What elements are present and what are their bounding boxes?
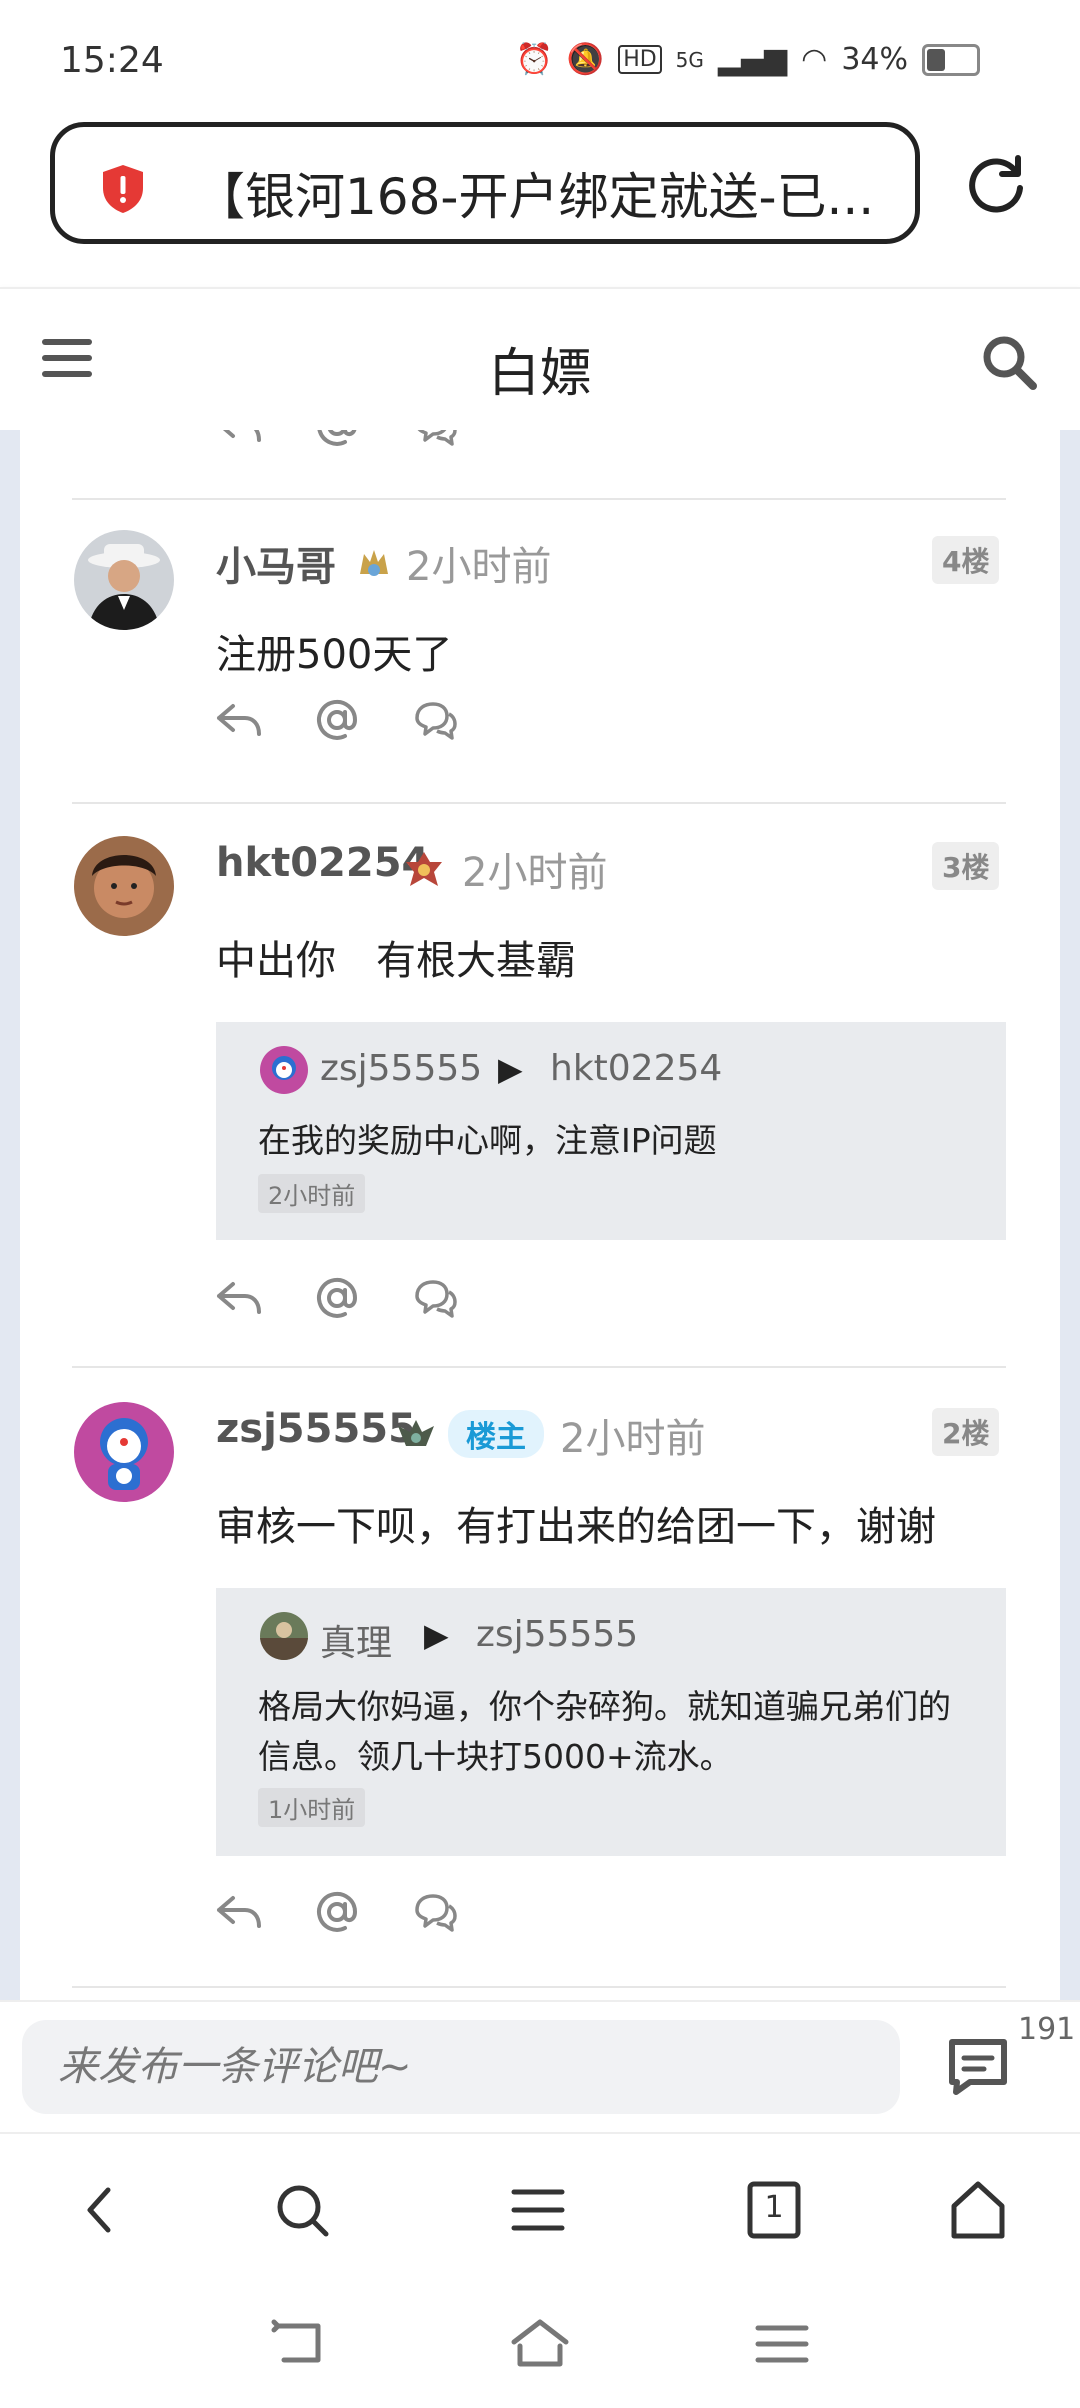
avatar[interactable] [74, 530, 174, 630]
quote-text: 在我的奖励中心啊，注意IP问题 [258, 1121, 717, 1160]
search-icon[interactable] [270, 2178, 334, 2242]
network-label: 5G [675, 47, 704, 72]
hd-icon: HD [618, 45, 662, 74]
reply-arrow-icon: ▶ [498, 1050, 523, 1088]
username[interactable]: 小马哥 [216, 534, 336, 592]
floor-badge: 2楼 [932, 1408, 1000, 1456]
tab-count: 1 [764, 2190, 784, 2225]
quote-time: 1小时前 [258, 1788, 366, 1827]
wifi-icon: ◠ [801, 42, 828, 77]
reply-icon[interactable] [215, 1890, 263, 1934]
comment-item: 小马哥 2小时前 4楼 注册500天了 [20, 530, 1060, 830]
status-time: 15:24 [60, 40, 164, 81]
level-badge-icon [406, 852, 442, 886]
mention-icon[interactable] [313, 1890, 361, 1934]
quote-username[interactable]: 真理 [320, 1614, 392, 1666]
address-bar[interactable]: 【银河168-开户绑定就送-已... [50, 122, 920, 244]
quote-avatar [260, 1046, 308, 1094]
system-nav-bar [0, 2282, 1080, 2408]
comment-item: zsj55555 楼主 2小时前 2楼 审核一下呗，有打出来的给团一下，谢谢 真… [20, 1402, 1060, 1982]
comment-time: 2小时前 [462, 850, 608, 896]
quote-text: 格局大你妈逼，你个杂碎狗。就知道骗兄弟们的信息。领几十块打5000+流水。 [258, 1687, 951, 1776]
comment-text: 审核一下呗，有打出来的给团一下，谢谢 [216, 1504, 936, 1550]
level-badge-icon [360, 550, 388, 576]
comment-icon[interactable] [411, 430, 459, 448]
comment-actions [215, 698, 459, 742]
back-icon[interactable] [68, 2178, 132, 2242]
quote-target-username[interactable]: hkt02254 [550, 1048, 722, 1089]
comment-item: hkt02254 2小时前 3楼 中出你 有根大基霸 zsj55555 ▶ hk… [20, 836, 1060, 1366]
reply-icon[interactable] [215, 1276, 263, 1320]
comment-count: 191 [1018, 2012, 1076, 2047]
username[interactable]: zsj55555 [216, 1406, 416, 1452]
quote-target-username[interactable]: zsj55555 [476, 1614, 638, 1655]
search-icon[interactable] [980, 333, 1038, 391]
mute-icon: 🔕 [566, 42, 605, 77]
alarm-icon: ⏰ [515, 42, 553, 77]
comment-icon[interactable] [411, 1890, 459, 1934]
comment-composer: 191 [0, 2000, 1080, 2132]
owner-badge: 楼主 [448, 1410, 544, 1458]
comment-actions [215, 430, 459, 448]
system-back-icon[interactable] [270, 2316, 330, 2372]
reply-icon[interactable] [215, 698, 263, 742]
comment-actions [215, 1890, 459, 1934]
floor-badge: 4楼 [932, 536, 1000, 584]
avatar[interactable] [74, 836, 174, 936]
page-title-url: 【银河168-开户绑定就送-已... [195, 168, 875, 226]
status-icons: ⏰ 🔕 HD 5G ▂▄▆ ◠ 34% [515, 42, 980, 77]
security-warning-icon [103, 165, 143, 213]
comment-icon[interactable] [411, 1276, 459, 1320]
battery-percent: 34% [841, 42, 908, 77]
system-recents-icon[interactable] [752, 2316, 812, 2372]
comment-list: 小马哥 2小时前 4楼 注册500天了 hkt02254 2小时前 3楼 中出你… [20, 430, 1060, 2000]
reply-icon[interactable] [215, 430, 263, 448]
comment-input[interactable] [22, 2020, 900, 2114]
divider [72, 1366, 1006, 1368]
floor-badge: 3楼 [932, 842, 1000, 890]
quoted-reply[interactable]: 真理 ▶ zsj55555 格局大你妈逼，你个杂碎狗。就知道骗兄弟们的信息。领几… [216, 1588, 1006, 1856]
divider [72, 802, 1006, 804]
home-icon[interactable] [946, 2178, 1010, 2242]
avatar[interactable] [74, 1402, 174, 1502]
comment-time: 2小时前 [560, 1416, 706, 1462]
battery-icon [922, 43, 980, 76]
reply-arrow-icon: ▶ [424, 1616, 449, 1654]
quote-username[interactable]: zsj55555 [320, 1048, 482, 1089]
comment-text: 中出你 有根大基霸 [216, 938, 576, 984]
comment-text: 注册500天了 [216, 632, 453, 678]
username[interactable]: hkt02254 [216, 840, 429, 886]
quote-avatar [260, 1612, 308, 1660]
comments-icon[interactable] [944, 2036, 1012, 2098]
tabs-button[interactable]: 1 [742, 2178, 806, 2242]
mention-icon[interactable] [313, 1276, 361, 1320]
browser-toolbar: 1 [0, 2132, 1080, 2284]
comment-actions [215, 1276, 459, 1320]
comment-icon[interactable] [411, 698, 459, 742]
signal-icon: ▂▄▆ [717, 42, 788, 77]
comment-time: 2小时前 [406, 544, 552, 590]
page-title: 白嫖 [487, 344, 592, 404]
divider [72, 1986, 1006, 1988]
quoted-reply[interactable]: zsj55555 ▶ hkt02254 在我的奖励中心啊，注意IP问题 2小时前 [216, 1022, 1006, 1240]
divider [72, 498, 1006, 500]
reload-icon[interactable] [962, 150, 1030, 218]
mention-icon[interactable] [313, 698, 361, 742]
menu-icon[interactable] [506, 2178, 570, 2242]
level-badge-icon [398, 1420, 434, 1446]
quote-time: 2小时前 [258, 1174, 366, 1213]
status-bar: 15:24 ⏰ 🔕 HD 5G ▂▄▆ ◠ 34% [0, 0, 1080, 118]
mention-icon[interactable] [313, 430, 361, 448]
top-nav: 白嫖 [0, 287, 1080, 432]
system-home-icon[interactable] [510, 2316, 570, 2372]
